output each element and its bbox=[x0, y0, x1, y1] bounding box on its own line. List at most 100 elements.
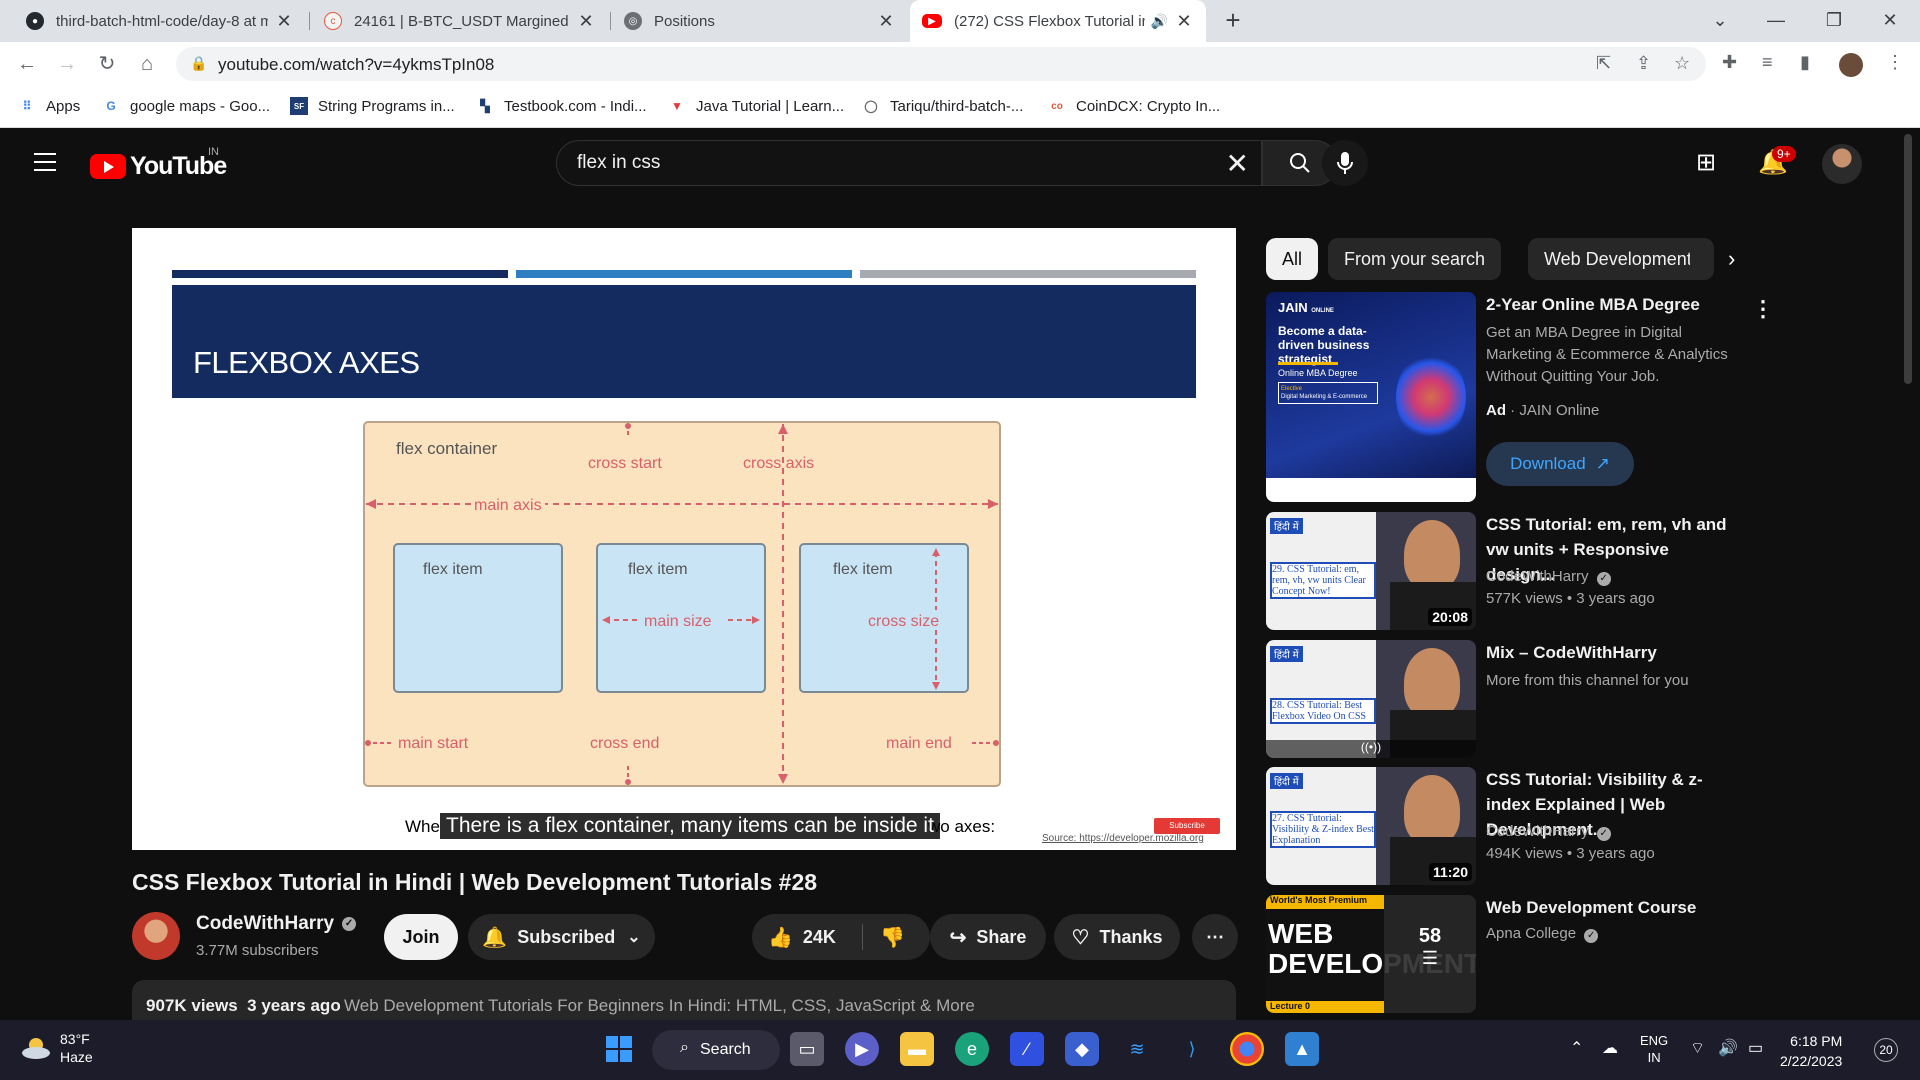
channel-avatar[interactable] bbox=[132, 912, 180, 960]
ad-title[interactable]: 2-Year Online MBA Degree bbox=[1486, 292, 1736, 317]
playlist-thumbnail[interactable]: World's Most Premium WEB DEVELOPMENT Lec… bbox=[1266, 895, 1476, 1013]
voice-search-button[interactable] bbox=[1322, 140, 1368, 186]
app-icon[interactable]: ∕ bbox=[1010, 1032, 1044, 1066]
power-automate-icon[interactable]: ≋ bbox=[1120, 1032, 1154, 1066]
windows-start-icon[interactable] bbox=[602, 1032, 636, 1066]
open-in-app-icon[interactable]: ⇱ bbox=[1596, 53, 1611, 74]
youtube-logo[interactable]: YouTube bbox=[90, 152, 227, 181]
share-page-icon[interactable]: ⇪ bbox=[1636, 53, 1651, 74]
close-icon[interactable]: ✕ bbox=[1174, 11, 1194, 32]
channel-name-text[interactable]: CodeWithHarry bbox=[196, 913, 334, 935]
video-thumbnail[interactable]: हिंदी में 29. CSS Tutorial: em, rem, vh,… bbox=[1266, 512, 1476, 630]
mix-thumbnail[interactable]: हिंदी में 28. CSS Tutorial: Best Flexbox… bbox=[1266, 640, 1476, 758]
close-window-button[interactable]: ✕ bbox=[1862, 0, 1918, 42]
notification-center-badge[interactable]: 20 bbox=[1874, 1038, 1898, 1062]
back-icon[interactable]: ← bbox=[12, 50, 42, 80]
rec-channel-name[interactable]: Apna College bbox=[1486, 925, 1576, 942]
ad-thumbnail[interactable]: JAIN ONLINE Become a data-driven busines… bbox=[1266, 292, 1476, 502]
search-input[interactable]: flex in css ✕ bbox=[556, 140, 1262, 186]
address-bar[interactable]: 🔒 youtube.com/watch?v=4ykmsTpIn08 ⇱ ⇪ ☆ bbox=[176, 47, 1706, 81]
rec-channel[interactable]: Apna College ✓ bbox=[1486, 923, 1736, 945]
rec-title[interactable]: Mix – CodeWithHarry bbox=[1486, 640, 1736, 665]
minimize-button[interactable]: — bbox=[1748, 0, 1804, 42]
media-control-icon[interactable]: ≡ bbox=[1762, 52, 1773, 73]
create-video-icon[interactable]: ⊞ bbox=[1696, 148, 1716, 177]
chip-web-development[interactable]: Web Development bbox=[1528, 238, 1708, 280]
playlist-link[interactable]: Web Development Tutorials For Beginners … bbox=[344, 996, 975, 1016]
taskbar-search[interactable]: ⌕ Search bbox=[652, 1030, 780, 1070]
chevron-up-icon[interactable]: ⌃ bbox=[1570, 1038, 1583, 1058]
maximize-button[interactable]: ❐ bbox=[1806, 0, 1862, 42]
battery-icon[interactable]: ▭ bbox=[1748, 1038, 1763, 1058]
weather-widget[interactable]: 83°F Haze bbox=[20, 1030, 93, 1066]
chevron-right-icon[interactable]: › bbox=[1728, 246, 1735, 272]
more-vert-icon[interactable]: ⋮ bbox=[1752, 296, 1774, 322]
subscribed-button[interactable]: 🔔 Subscribed ⌄ bbox=[468, 914, 655, 960]
like-count[interactable]: 24K bbox=[803, 927, 836, 948]
bookmark-google-maps[interactable]: G google maps - Goo... bbox=[102, 97, 270, 115]
clear-search-icon[interactable]: ✕ bbox=[1226, 147, 1249, 180]
close-icon[interactable]: ✕ bbox=[876, 11, 896, 32]
join-button[interactable]: Join bbox=[384, 914, 458, 960]
speaker-icon[interactable]: 🔊 bbox=[1151, 13, 1168, 30]
bookmark-java-tutorial[interactable]: ▼ Java Tutorial | Learn... bbox=[668, 97, 844, 115]
forward-icon[interactable]: → bbox=[52, 50, 82, 80]
volume-icon[interactable]: 🔊 bbox=[1718, 1038, 1738, 1058]
bookmark-star-icon[interactable]: ☆ bbox=[1674, 53, 1690, 74]
rec-channel-name[interactable]: CodeWithHarry bbox=[1486, 568, 1589, 585]
ad-download-button[interactable]: Download ↗ bbox=[1486, 442, 1634, 486]
system-clock[interactable]: 6:18 PM 2/22/2023 bbox=[1780, 1031, 1842, 1071]
video-thumbnail[interactable]: हिंदी में 27. CSS Tutorial: Visibility &… bbox=[1266, 767, 1476, 885]
rec-channel-name[interactable]: CodeWithHarry bbox=[1486, 823, 1589, 840]
tab-search-dropdown-icon[interactable]: ⌄ bbox=[1692, 0, 1748, 42]
tab-coindcx[interactable]: c 24161 | B-BTC_USDT Margined Pe ✕ bbox=[312, 0, 608, 42]
thumbs-down-icon[interactable]: 👎 bbox=[880, 925, 905, 950]
side-panel-icon[interactable]: ▮ bbox=[1800, 52, 1810, 73]
more-actions-button[interactable]: ⋯ bbox=[1192, 914, 1238, 960]
chrome-menu-icon[interactable]: ⋮ bbox=[1886, 52, 1904, 73]
subscribe-watermark[interactable]: Subscribe bbox=[1154, 818, 1220, 834]
close-icon[interactable]: ✕ bbox=[274, 11, 294, 32]
lock-icon[interactable]: 🔒 bbox=[190, 55, 207, 72]
extensions-icon[interactable]: ✚ bbox=[1722, 52, 1737, 73]
rec-title[interactable]: Web Development Course bbox=[1486, 895, 1736, 920]
tab-youtube-active[interactable]: ▶ (272) CSS Flexbox Tutorial in 🔊 ✕ bbox=[910, 0, 1206, 42]
chrome-icon[interactable] bbox=[1230, 1032, 1264, 1066]
tab-positions[interactable]: ◎ Positions ✕ bbox=[612, 0, 908, 42]
vscode-icon[interactable]: ⟩ bbox=[1175, 1032, 1209, 1066]
file-explorer-icon[interactable]: ▬ bbox=[900, 1032, 934, 1066]
account-avatar[interactable] bbox=[1822, 144, 1862, 184]
tab-github[interactable]: ● third-batch-html-code/day-8 at m ✕ bbox=[14, 0, 306, 42]
page-scrollbar[interactable] bbox=[1904, 134, 1912, 384]
new-tab-button[interactable]: + bbox=[1218, 6, 1248, 36]
wifi-icon[interactable]: ⌔ bbox=[1690, 1038, 1705, 1058]
chip-all[interactable]: All bbox=[1266, 238, 1319, 280]
search-query-text[interactable]: flex in css bbox=[577, 152, 660, 174]
chip-overflow[interactable] bbox=[1690, 238, 1714, 280]
rec-channel[interactable]: CodeWithHarry ✓ bbox=[1486, 821, 1736, 843]
url-text[interactable]: youtube.com/watch?v=4ykmsTpIn08 bbox=[218, 55, 494, 75]
bookmark-apps[interactable]: ⠿ Apps bbox=[18, 97, 81, 115]
thumbs-up-icon[interactable]: 👍 bbox=[768, 925, 793, 950]
profile-avatar[interactable] bbox=[1839, 53, 1863, 77]
chip-from-your-search[interactable]: From your search bbox=[1328, 238, 1502, 280]
bookmark-testbook[interactable]: ▚ Testbook.com - Indi... bbox=[476, 97, 646, 115]
thanks-button[interactable]: ♡ Thanks bbox=[1054, 914, 1180, 960]
task-view-icon[interactable]: ▭ bbox=[790, 1032, 824, 1066]
copilot-icon[interactable]: ◆ bbox=[1065, 1032, 1099, 1066]
home-icon[interactable]: ⌂ bbox=[132, 50, 162, 80]
bookmark-github[interactable]: ◯ Tariqu/third-batch-... bbox=[862, 97, 1023, 115]
bookmark-string-programs[interactable]: SF String Programs in... bbox=[290, 97, 455, 115]
rec-channel[interactable]: CodeWithHarry ✓ bbox=[1486, 566, 1736, 588]
edge-icon[interactable]: e bbox=[955, 1032, 989, 1066]
teams-chat-icon[interactable]: ▶ bbox=[845, 1032, 879, 1066]
paint-icon[interactable]: ▲ bbox=[1285, 1032, 1319, 1066]
menu-icon[interactable] bbox=[34, 153, 56, 177]
description-box[interactable]: 907K views 3 years ago Web Development T… bbox=[132, 980, 1236, 1020]
language-indicator[interactable]: ENG IN bbox=[1640, 1032, 1668, 1066]
video-player[interactable]: FLEXBOX AXES flex container cross start … bbox=[132, 228, 1236, 850]
close-icon[interactable]: ✕ bbox=[576, 11, 596, 32]
share-button[interactable]: ↪ Share bbox=[930, 914, 1046, 960]
channel-name[interactable]: CodeWithHarry ✓ bbox=[196, 913, 357, 935]
bookmark-coindcx[interactable]: co CoinDCX: Crypto In... bbox=[1048, 97, 1220, 115]
